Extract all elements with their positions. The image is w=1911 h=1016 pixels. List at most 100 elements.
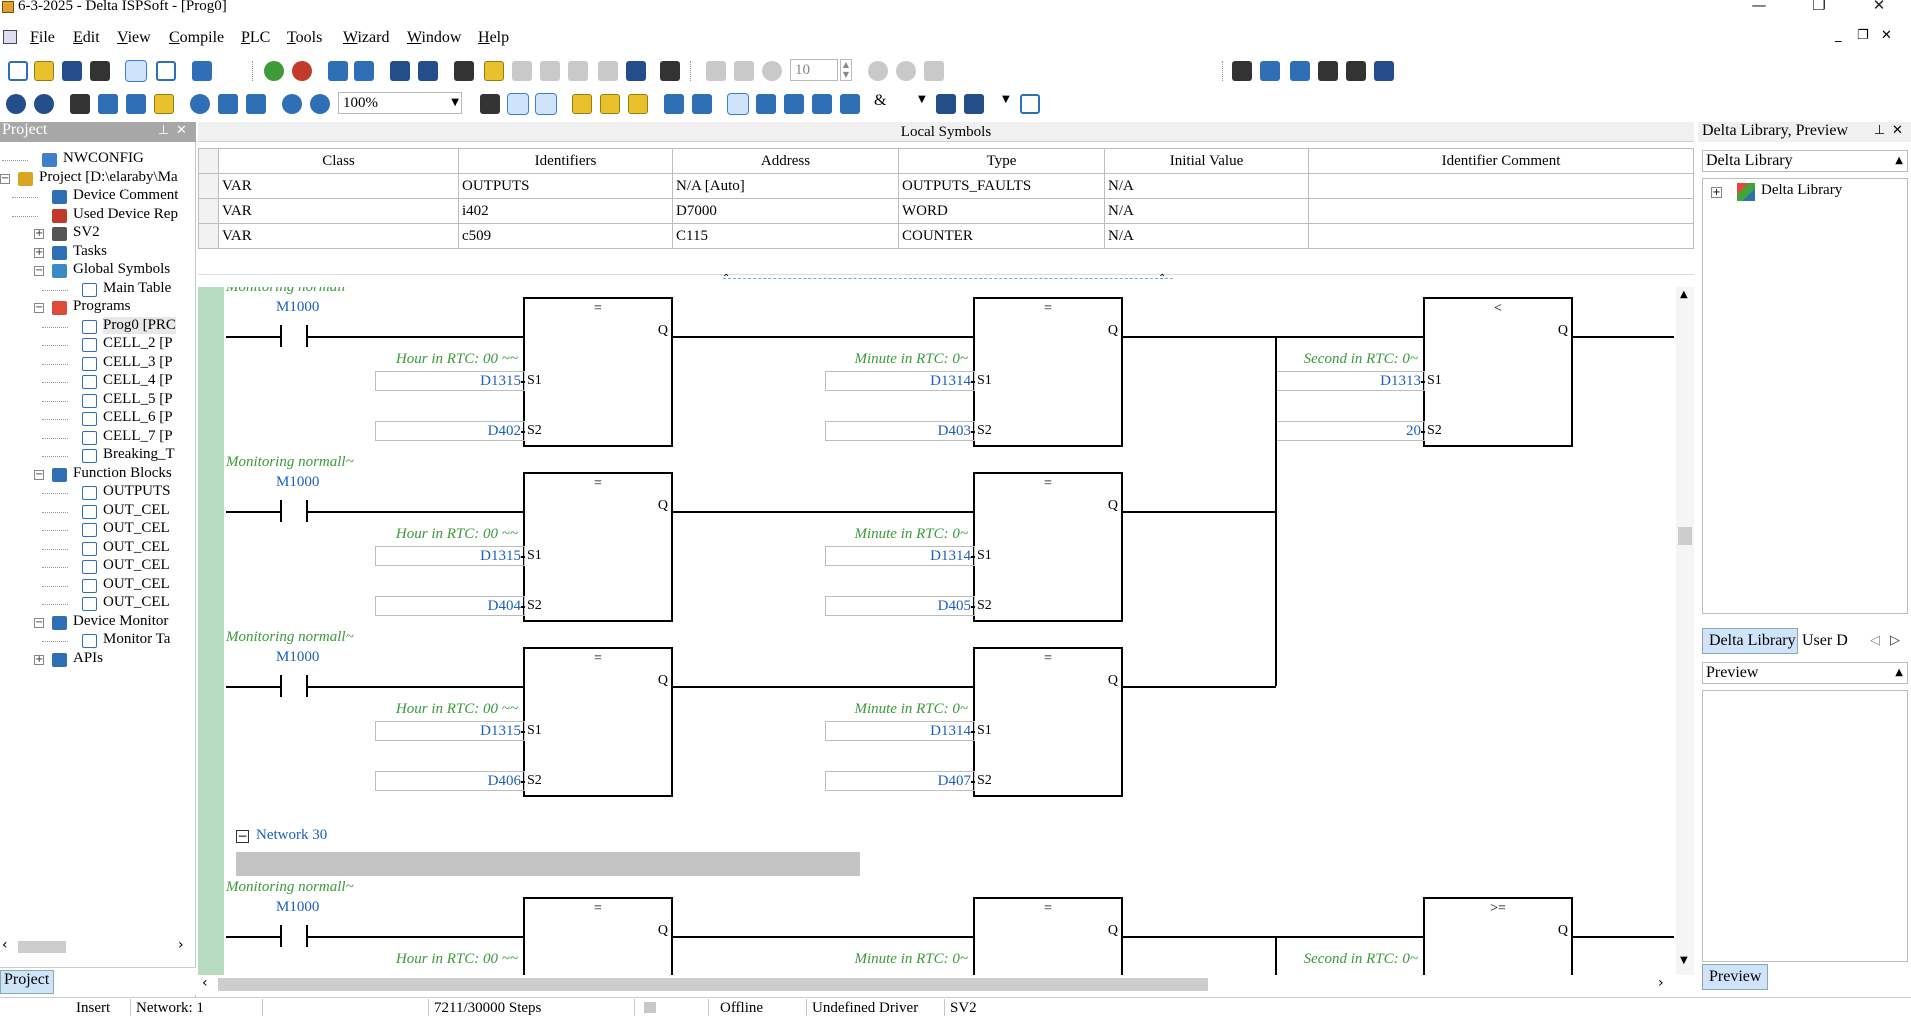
eraser-icon[interactable] [154,94,174,114]
vertical-scroll-thumb[interactable] [1678,527,1692,545]
splitter-grip[interactable] [723,278,1173,282]
expand-icon[interactable]: + [1711,187,1722,198]
table-cell[interactable]: N/A [Auto] [672,173,899,199]
pane-splitter[interactable]: ⌃ ⌃ [198,273,1694,284]
mdi-minimize-icon[interactable]: _ [1835,28,1842,43]
table-cell[interactable]: i402 [458,198,673,224]
column-header-type[interactable]: Type [898,148,1105,174]
tree-item[interactable]: OUT_CEL [0,539,196,559]
operand-s1[interactable]: D1315 [375,721,525,741]
tree-item[interactable]: Monitor Ta [0,631,196,651]
tree-item[interactable]: CELL_5 [P [0,391,196,411]
window-2-icon[interactable] [1290,61,1310,81]
upload-icon[interactable] [354,61,374,81]
online-mode-icon[interactable] [390,61,410,81]
expand-icon[interactable]: + [34,654,44,665]
table-cell[interactable]: COUNTER [898,223,1105,249]
tree-item[interactable]: OUT_CEL [0,594,196,614]
tree-item[interactable]: Prog0 [PRC [0,316,196,337]
ladder-mode-icon[interactable] [480,94,500,114]
operand-s2[interactable]: D405 [825,596,975,616]
zoom-select[interactable]: 100% ▼ [338,92,462,114]
tree-item[interactable]: Device Comment [0,187,196,207]
comment-display-icon[interactable] [507,93,529,115]
zoom-in-icon[interactable] [282,94,302,114]
compare-block[interactable]: =QS1S2 [973,297,1123,447]
compile-icon[interactable] [454,61,474,81]
operand-s1[interactable]: D1314 [825,546,975,566]
contact-device[interactable]: M1000 [276,299,319,316]
select-pointer-icon[interactable] [727,93,749,115]
tab-prev-icon[interactable]: ◁ [1870,628,1880,654]
operand-s1[interactable]: D1315 [375,546,525,566]
normally-open-contact[interactable] [280,675,308,697]
tag-add-icon[interactable] [600,94,620,114]
copy-icon[interactable] [98,94,118,114]
operand-s2[interactable]: D406 [375,771,525,791]
tree-item[interactable]: CELL_4 [P [0,372,196,392]
window-4-icon[interactable] [1346,61,1366,81]
operand-s2[interactable]: 20 [1275,421,1425,441]
menu-window[interactable]: Window [407,29,461,47]
contact-icon[interactable] [756,94,776,114]
column-header-identifiers[interactable]: Identifiers [458,148,673,174]
tree-item[interactable]: − Function Blocks [0,465,196,485]
normally-open-contact[interactable] [280,325,308,347]
menu-help[interactable]: Help [478,29,509,47]
network-comment-bar[interactable] [236,852,860,876]
tree-item[interactable]: OUT_CEL [0,502,196,522]
horizontal-line-icon[interactable] [964,94,984,114]
horizontal-scroll-thumb[interactable] [218,978,1208,991]
column-header-address[interactable]: Address [672,148,899,174]
cut-icon[interactable] [70,94,90,114]
restore-icon[interactable]: ❐ [1796,0,1842,16]
tree-item[interactable]: NWCONFIG [0,150,196,170]
tree-item[interactable]: − Global Symbols [0,261,196,281]
scroll-thumb[interactable] [18,941,66,953]
normally-open-contact[interactable] [280,500,308,522]
table-cell[interactable]: C115 [672,223,899,249]
tree-item[interactable]: − Project [D:\elaraby\Ma [0,169,196,189]
function-block-tool-icon[interactable] [840,94,860,114]
branch-icon[interactable] [812,94,832,114]
tree-item[interactable]: CELL_7 [P [0,428,196,448]
tag-icon[interactable] [572,94,592,114]
chevron-up-icon[interactable]: ⌃ [722,273,730,284]
collapse-icon[interactable]: − [34,303,44,313]
compare-block[interactable]: =QS1S2 [523,647,673,797]
collapse-icon[interactable]: ▲ [1895,151,1903,171]
collapse-icon[interactable]: − [34,617,44,628]
table-cell[interactable]: D7000 [672,198,899,224]
menu-edit[interactable]: Edit [73,29,100,47]
collapse-icon[interactable]: ▲ [1895,663,1903,683]
mdi-close-icon[interactable]: ✕ [1881,28,1892,43]
pin-icon[interactable]: ⊥ [1874,123,1885,138]
compare-block[interactable]: =QS1S2 [973,897,1123,975]
table-cell[interactable]: OUTPUTS [458,173,673,199]
scroll-left-icon[interactable]: ‹ [202,975,208,991]
insert-rung-above-icon[interactable] [664,94,684,114]
expand-icon[interactable]: + [34,247,44,258]
collapse-icon[interactable]: − [34,469,44,480]
tree-item[interactable]: OUT_CEL [0,576,196,596]
scroll-right-icon[interactable]: › [178,937,184,953]
tree-item[interactable]: CELL_2 [P [0,335,196,355]
monitor-icon[interactable] [418,61,438,81]
table-cell[interactable]: N/A [1104,223,1309,249]
tree-item[interactable]: + Tasks [0,243,196,263]
table-cell[interactable]: N/A [1104,198,1309,224]
ladder-vertical-scrollbar[interactable]: ▲ ▼ [1676,287,1694,975]
contact-device[interactable]: M1000 [276,474,319,491]
minimize-icon[interactable]: — [1736,0,1782,16]
library-icon[interactable] [192,61,212,81]
close-icon[interactable]: ✕ [1856,0,1902,16]
compare-block[interactable]: =QS1S2 [523,297,673,447]
project-horizontal-scrollbar[interactable]: ‹ › [0,937,196,957]
contact-device[interactable]: M1000 [276,649,319,666]
collapse-icon[interactable]: − [0,173,10,184]
scroll-down-icon[interactable]: ▼ [1680,955,1688,966]
window-5-icon[interactable] [1374,61,1394,81]
operand-s2[interactable]: D402 [375,421,525,441]
close-panel-icon[interactable]: ✕ [1892,123,1903,138]
tree-item[interactable]: Used Device Rep [0,206,196,226]
